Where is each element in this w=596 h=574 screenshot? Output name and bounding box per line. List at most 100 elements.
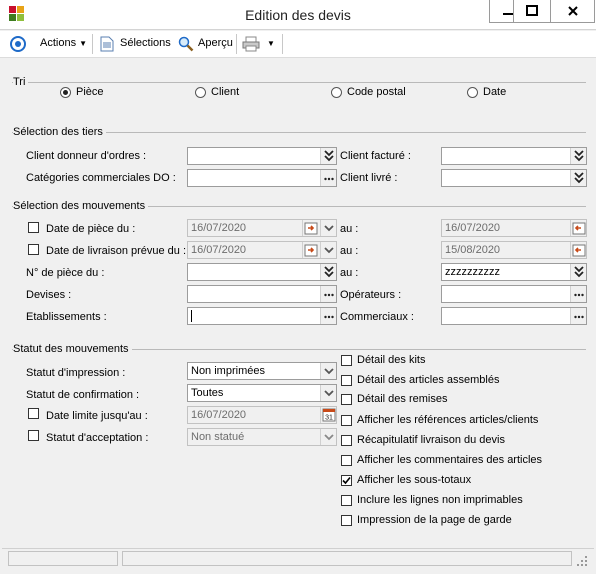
close-button[interactable] <box>550 0 595 23</box>
commerciaux-label: Commerciaux : <box>340 311 414 323</box>
option-checkbox[interactable] <box>341 355 352 366</box>
double-chevron-down-icon[interactable] <box>570 170 586 186</box>
tri-option-date[interactable]: Date <box>467 85 547 101</box>
double-chevron-down-icon[interactable] <box>320 148 336 164</box>
option-commentaires-articles[interactable]: Afficher les commentaires des articles <box>341 453 581 469</box>
maximize-button[interactable] <box>513 0 550 23</box>
option-checkbox[interactable] <box>341 515 352 526</box>
actions-label: Actions <box>40 37 77 49</box>
radio-unselected[interactable] <box>331 87 342 98</box>
client-facture-label: Client facturé : <box>340 150 411 162</box>
double-chevron-down-icon[interactable] <box>320 264 336 280</box>
option-label: Impression de la page de garde <box>357 514 512 526</box>
double-chevron-down-icon[interactable] <box>570 148 586 164</box>
tri-option-label: Pièce <box>76 86 104 98</box>
date-limite-label: Date limite jusqu'au : <box>46 410 148 422</box>
client-donneur-label: Client donneur d'ordres : <box>26 150 147 162</box>
ellipsis-icon[interactable] <box>320 308 336 324</box>
date-livraison-to-field[interactable]: 15/08/2020 <box>441 241 587 259</box>
acceptation-checkbox[interactable] <box>28 430 39 441</box>
etablissements-field[interactable] <box>187 307 337 325</box>
date-limite-checkbox[interactable] <box>28 408 39 419</box>
date-piece-checkbox[interactable] <box>28 222 39 233</box>
option-checkbox[interactable] <box>341 455 352 466</box>
date-piece-from-field[interactable]: 16/07/2020 <box>187 219 337 237</box>
double-chevron-down-icon[interactable] <box>570 264 586 280</box>
option-sous-totaux[interactable]: Afficher les sous-totaux <box>341 473 581 489</box>
tri-option-client[interactable]: Client <box>195 85 305 101</box>
tri-option-code-postal[interactable]: Code postal <box>331 85 441 101</box>
client-facture-field[interactable] <box>441 147 587 165</box>
radio-unselected[interactable] <box>467 87 478 98</box>
printer-icon[interactable] <box>242 36 260 52</box>
option-checkbox[interactable] <box>341 435 352 446</box>
ellipsis-icon[interactable] <box>570 286 586 302</box>
option-detail-remises[interactable]: Détail des remises <box>341 392 581 408</box>
impression-select[interactable]: Non imprimées <box>187 362 337 380</box>
confirmation-select[interactable]: Toutes <box>187 384 337 402</box>
calendar-arrow-icon[interactable] <box>570 242 586 258</box>
date-livraison-checkbox[interactable] <box>28 244 39 255</box>
commerciaux-field[interactable] <box>441 307 587 325</box>
resize-grip-icon[interactable] <box>576 555 588 567</box>
toolbar: Actions ▼ Sélections Aperçu ▼ <box>0 31 596 58</box>
date-livraison-label: Date de livraison prévue du : <box>46 245 187 257</box>
option-recapitulatif-livraison[interactable]: Récapitulatif livraison du devis <box>341 433 581 449</box>
numero-to-field[interactable]: zzzzzzzzzz <box>441 263 587 281</box>
option-lignes-non-imprimables[interactable]: Inclure les lignes non imprimables <box>341 493 581 509</box>
option-checkbox[interactable] <box>341 495 352 506</box>
calendar-arrow-icon[interactable] <box>302 220 318 236</box>
chevron-down-icon: ▼ <box>79 39 88 48</box>
selections-button[interactable]: Sélections <box>120 37 171 49</box>
radio-unselected[interactable] <box>195 87 206 98</box>
actions-menu[interactable]: Actions ▼ <box>40 37 87 49</box>
toolbar-separator <box>282 34 283 54</box>
calendar-arrow-icon[interactable] <box>570 220 586 236</box>
option-checkbox[interactable] <box>341 415 352 426</box>
devises-field[interactable] <box>187 285 337 303</box>
impression-value: Non imprimées <box>191 365 265 377</box>
client-livre-label: Client livré : <box>340 172 398 184</box>
tri-option-label: Code postal <box>347 86 406 98</box>
categories-field[interactable] <box>187 169 337 187</box>
acceptation-select[interactable]: Non statué <box>187 428 337 446</box>
ellipsis-icon[interactable] <box>320 170 336 186</box>
client-donneur-field[interactable] <box>187 147 337 165</box>
option-label: Détail des kits <box>357 354 426 366</box>
print-dropdown-icon[interactable]: ▼ <box>267 39 275 48</box>
calendar-icon[interactable]: 31 <box>320 407 336 423</box>
tri-option-label: Date <box>483 86 507 98</box>
option-references-articles[interactable]: Afficher les références articles/clients <box>341 413 581 429</box>
date-livraison-from-field[interactable]: 16/07/2020 <box>187 241 337 259</box>
option-checkbox[interactable] <box>341 394 352 405</box>
chevron-down-icon[interactable] <box>320 429 336 445</box>
radio-selected[interactable] <box>60 87 71 98</box>
option-checkbox-checked[interactable] <box>341 475 352 486</box>
client-livre-field[interactable] <box>441 169 587 187</box>
option-checkbox[interactable] <box>341 375 352 386</box>
tri-option-piece[interactable]: Pièce <box>60 85 170 101</box>
chevron-down-icon[interactable] <box>320 363 336 379</box>
chevron-down-icon[interactable] <box>320 385 336 401</box>
impression-label: Statut d'impression : <box>26 367 126 379</box>
option-detail-kits[interactable]: Détail des kits <box>341 353 581 369</box>
ellipsis-icon[interactable] <box>320 286 336 302</box>
option-label: Détail des remises <box>357 393 448 405</box>
chevron-down-icon[interactable] <box>320 242 336 258</box>
date-piece-to-field[interactable]: 16/07/2020 <box>441 219 587 237</box>
ellipsis-icon[interactable] <box>570 308 586 324</box>
option-detail-articles-assembles[interactable]: Détail des articles assemblés <box>341 373 581 389</box>
option-page-de-garde[interactable]: Impression de la page de garde <box>341 513 581 529</box>
target-icon[interactable] <box>10 36 26 52</box>
date-limite-field[interactable]: 16/07/2020 31 <box>187 406 337 424</box>
status-panel-left <box>8 551 118 566</box>
numero-from-field[interactable] <box>187 263 337 281</box>
chevron-down-icon[interactable] <box>320 220 336 236</box>
tri-option-label: Client <box>211 86 240 98</box>
date-livraison-to-value: 15/08/2020 <box>445 244 501 256</box>
calendar-arrow-icon[interactable] <box>302 242 318 258</box>
operateurs-field[interactable] <box>441 285 587 303</box>
option-label: Afficher les commentaires des articles <box>357 454 543 466</box>
statut-section-title: Statut des mouvements <box>13 343 132 355</box>
apercu-button[interactable]: Aperçu <box>198 37 233 49</box>
